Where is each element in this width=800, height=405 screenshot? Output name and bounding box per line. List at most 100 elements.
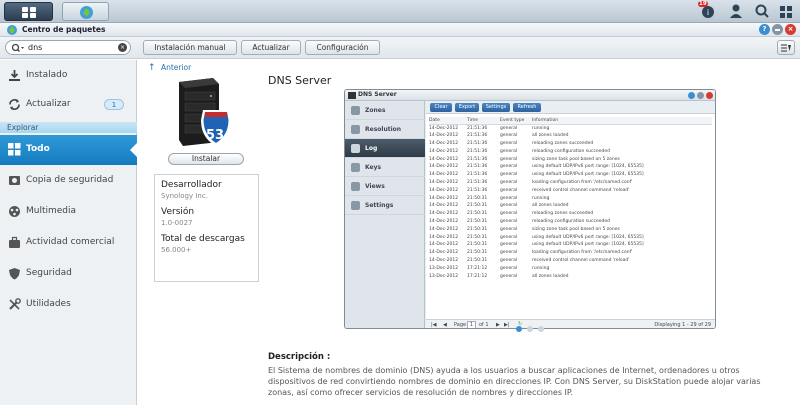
page-of-label: of 1 bbox=[479, 322, 489, 328]
table-cell: general bbox=[500, 218, 518, 224]
screenshot-log-panel: Clear Export Settings Refresh Date Time … bbox=[426, 101, 715, 328]
table-row: 14-Dec-2012 21:50:31 general running bbox=[429, 194, 712, 202]
table-row: 14-Dec-2012 21:51:36 general reloading zone… bbox=[429, 140, 712, 148]
backup-icon bbox=[9, 176, 20, 185]
main-menu-button[interactable] bbox=[4, 2, 53, 21]
screenshot-title: DNS Server bbox=[358, 91, 397, 98]
settings-icon bbox=[351, 201, 360, 210]
package-center-taskbar-button[interactable] bbox=[62, 2, 109, 21]
back-arrow-icon: ↑ bbox=[148, 63, 156, 73]
notifications-icon[interactable]: i 19 bbox=[698, 1, 716, 20]
table-cell: general bbox=[500, 250, 518, 256]
carousel-dot[interactable] bbox=[516, 326, 522, 332]
table-row: 14-Dec-2012 21:50:31 general received contr… bbox=[429, 257, 712, 265]
table-cell: 17:21:12 bbox=[467, 273, 488, 279]
table-cell: 14-Dec-2012 bbox=[429, 140, 459, 146]
last-page-icon: ▶| bbox=[504, 322, 510, 328]
sidebar-item-security[interactable]: Seguridad bbox=[0, 260, 137, 288]
dns-server-app-icon bbox=[179, 78, 231, 146]
table-row: 14-Dec-2012 21:51:36 general using default … bbox=[429, 171, 712, 179]
search-input[interactable]: dns × bbox=[5, 40, 131, 55]
sidebar-item-backup[interactable]: Copia de seguridad bbox=[0, 167, 137, 195]
table-cell: 14-Dec-2012 bbox=[429, 203, 459, 209]
page-label: Page bbox=[454, 322, 467, 328]
package-info-box: Desarrollador Synology Inc. Versión 1.0-… bbox=[154, 174, 259, 282]
table-cell: loading configuration from '/etc/named.c… bbox=[532, 250, 633, 256]
sort-button[interactable] bbox=[777, 40, 795, 55]
table-cell: general bbox=[500, 211, 518, 217]
screenshot-log-table: Date Time Event type Information 14-Dec-… bbox=[429, 117, 712, 280]
table-row: 13-Dec-2012 17:21:12 general all zones load… bbox=[429, 272, 712, 280]
column-header: Date bbox=[429, 117, 467, 125]
app-screenshot[interactable]: DNS Server Zones Resolution Log Keys Vie… bbox=[344, 89, 716, 329]
table-row: 14-Dec-2012 21:51:36 general loading config… bbox=[429, 179, 712, 187]
table-cell: 21:51:36 bbox=[467, 179, 488, 185]
search-query: dns bbox=[28, 43, 43, 52]
carousel-dot[interactable] bbox=[527, 326, 533, 332]
table-cell: using default UDP/IPv6 port range: [1024… bbox=[532, 234, 644, 240]
sidebar-item-business[interactable]: Actividad comercial bbox=[0, 229, 137, 257]
sidebar-item-label: Instalado bbox=[26, 70, 68, 80]
table-cell: 21:50:31 bbox=[467, 195, 488, 201]
update-button[interactable]: Actualizar bbox=[241, 40, 301, 55]
table-cell: 21:50:31 bbox=[467, 218, 488, 224]
sidebar-item-multimedia[interactable]: Multimedia bbox=[0, 198, 137, 226]
table-cell: general bbox=[500, 265, 518, 271]
next-page-icon: ▶ bbox=[496, 322, 500, 328]
table-cell: general bbox=[500, 125, 518, 131]
table-cell: reloading zones succeeded bbox=[532, 211, 594, 217]
column-header: Time bbox=[467, 117, 500, 125]
shield-icon bbox=[9, 268, 20, 280]
close-icon[interactable]: × bbox=[785, 24, 796, 35]
window-titlebar[interactable]: Centro de paquetes ? × bbox=[0, 23, 800, 37]
table-cell: 14-Dec-2012 bbox=[429, 156, 459, 162]
table-cell: running bbox=[532, 195, 550, 201]
table-cell: 13-Dec-2012 bbox=[429, 265, 459, 271]
sidebar-item-label: Todo bbox=[26, 144, 50, 154]
search-icon[interactable] bbox=[754, 2, 770, 20]
taskbar: i 19 bbox=[0, 0, 800, 23]
carousel-dot[interactable] bbox=[538, 326, 544, 332]
table-row: 14-Dec-2012 21:51:36 general using default … bbox=[429, 163, 712, 171]
table-cell: running bbox=[532, 125, 550, 131]
table-cell: 14-Dec-2012 bbox=[429, 242, 459, 248]
table-cell: general bbox=[500, 133, 518, 139]
table-row: 14-Dec-2012 21:50:31 general using default … bbox=[429, 241, 712, 249]
minimize-icon[interactable] bbox=[772, 24, 783, 35]
table-cell: general bbox=[500, 164, 518, 170]
table-cell: general bbox=[500, 257, 518, 263]
settings-button[interactable]: Configuración bbox=[305, 40, 380, 55]
table-row: 14-Dec-2012 21:51:36 general all zones load… bbox=[429, 132, 712, 140]
sidebar-item-installed[interactable]: Instalado bbox=[0, 62, 137, 90]
table-row: 14-Dec-2012 21:50:31 general loading config… bbox=[429, 249, 712, 257]
sidebar-item-update[interactable]: Actualizar 1 bbox=[0, 91, 137, 119]
update-icon bbox=[9, 99, 20, 110]
table-cell: 14-Dec-2012 bbox=[429, 257, 459, 263]
notification-count-badge: 19 bbox=[698, 1, 708, 7]
app-icon-number: 53 bbox=[206, 128, 225, 143]
update-count-badge: 1 bbox=[104, 99, 124, 110]
table-cell: general bbox=[500, 203, 518, 209]
sidebar-item-utilities[interactable]: Utilidades bbox=[0, 291, 137, 319]
table-cell: 14-Dec-2012 bbox=[429, 226, 459, 232]
table-cell: all zones loaded bbox=[532, 273, 569, 279]
user-icon[interactable] bbox=[728, 2, 744, 20]
description-heading: Descripción : bbox=[268, 352, 331, 362]
help-icon[interactable]: ? bbox=[759, 24, 770, 35]
back-link[interactable]: ↑ Anterior bbox=[148, 63, 191, 73]
table-cell: general bbox=[500, 156, 518, 162]
table-row: 14-Dec-2012 21:51:36 general sizing zone ta… bbox=[429, 155, 712, 163]
table-cell: 14-Dec-2012 bbox=[429, 133, 459, 139]
screenshot-help-icon bbox=[688, 92, 695, 99]
svg-text:i: i bbox=[707, 8, 709, 17]
sidebar-item-all[interactable]: Todo bbox=[0, 135, 137, 165]
table-cell: all zones loaded bbox=[532, 133, 569, 139]
table-cell: 21:51:36 bbox=[467, 187, 488, 193]
manual-install-button[interactable]: Instalación manual bbox=[143, 40, 237, 55]
briefcase-icon bbox=[9, 236, 20, 248]
install-button[interactable]: Instalar bbox=[168, 153, 244, 165]
clear-search-icon[interactable]: × bbox=[118, 43, 127, 52]
sidebar-item-label: Multimedia bbox=[26, 206, 77, 216]
sidebar-item-label: Utilidades bbox=[26, 299, 71, 309]
widgets-icon[interactable] bbox=[778, 2, 794, 20]
